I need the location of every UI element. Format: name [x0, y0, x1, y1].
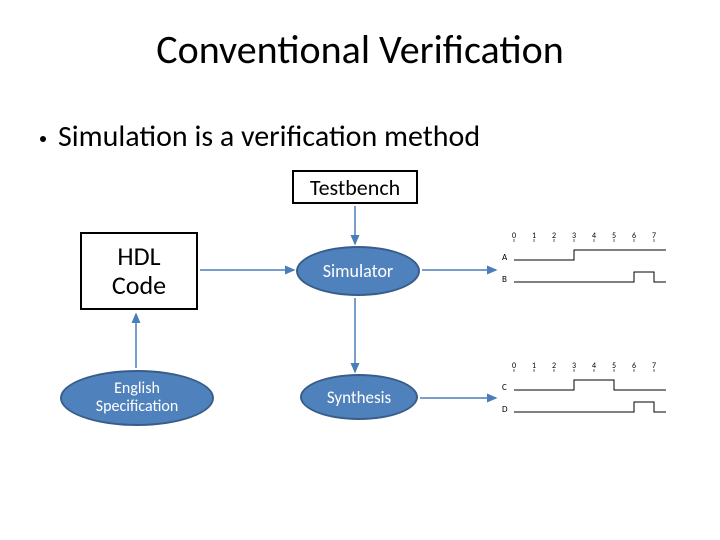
page-title: Conventional Verification [0, 25, 720, 74]
synthesis-label: Synthesis [327, 387, 391, 408]
testbench-box: Testbench [292, 170, 418, 204]
svg-text:A: A [502, 252, 508, 263]
bullet-text: Simulation is a verification method [58, 118, 480, 155]
simulator-node: Simulator [296, 246, 420, 296]
waveform-bottom-svg: 01234567 CD [500, 360, 670, 430]
svg-text:C: C [502, 382, 507, 393]
svg-text:B: B [502, 274, 507, 285]
english-label-2: Specification [96, 398, 179, 416]
hdl-label-2: Code [112, 271, 166, 300]
simulator-label: Simulator [323, 260, 393, 282]
testbench-label: Testbench [310, 174, 400, 201]
hdl-code-box: HDL Code [80, 232, 198, 310]
waveform-bottom: 01234567 CD [500, 360, 670, 435]
english-spec-node: English Specification [60, 370, 214, 426]
svg-text:D: D [502, 404, 508, 415]
bullet-item: Simulation is a verification method [40, 118, 480, 155]
waveform-top-svg: 01234567 AB [500, 230, 670, 300]
waveform-top: 01234567 AB [500, 230, 670, 305]
bullet-dot-icon [40, 136, 46, 142]
hdl-label-1: HDL [117, 242, 160, 271]
synthesis-node: Synthesis [300, 374, 418, 420]
english-label-1: English [114, 380, 160, 398]
